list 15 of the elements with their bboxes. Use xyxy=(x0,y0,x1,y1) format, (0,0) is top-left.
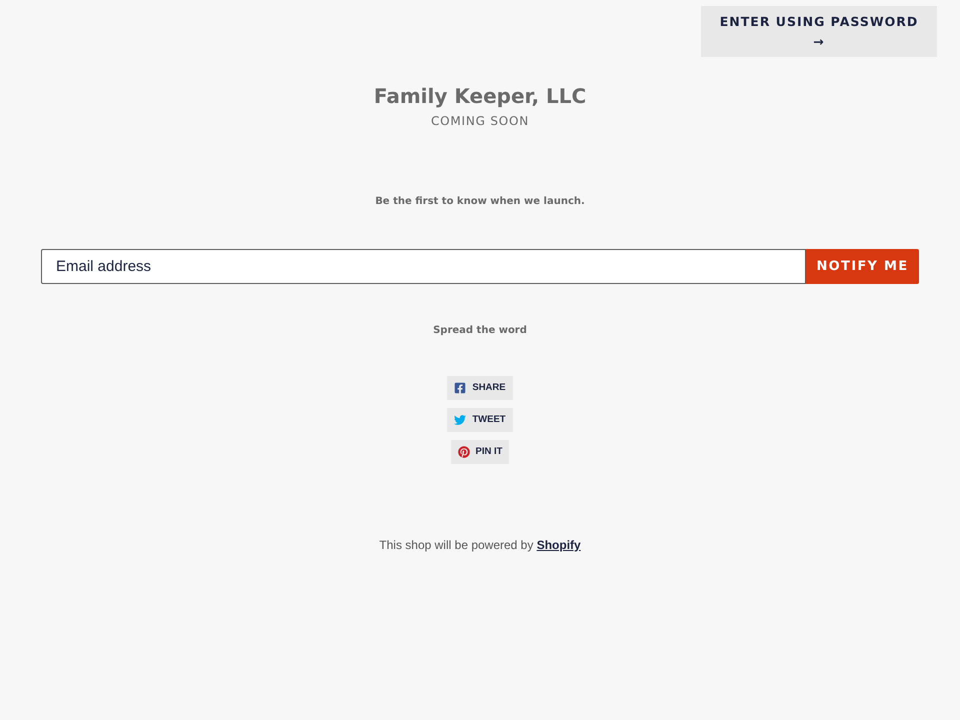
share-button[interactable]: TWEET xyxy=(447,408,513,432)
twitter-icon xyxy=(454,414,466,426)
share-button[interactable]: SHARE xyxy=(447,376,513,400)
share-button[interactable]: PIN IT xyxy=(450,440,510,464)
powered-by-text: This shop will be powered by Shopify xyxy=(379,537,581,553)
notify-me-button[interactable]: NOTIFY ME xyxy=(806,249,919,284)
email-input-field[interactable]: Email address xyxy=(41,249,806,284)
launch-tagline: Be the first to know when we launch. xyxy=(375,195,585,209)
shopify-link[interactable]: Shopify xyxy=(536,538,581,552)
facebook-icon xyxy=(454,382,466,394)
store-title: Family Keeper, LLC xyxy=(374,83,586,110)
coming-soon-subtitle: COMING SOON xyxy=(430,113,530,129)
enter-password-button[interactable]: ENTER USING PASSWORD → xyxy=(701,6,937,57)
pinterest-icon xyxy=(458,446,470,458)
spread-word-heading: Spread the word xyxy=(433,324,527,338)
